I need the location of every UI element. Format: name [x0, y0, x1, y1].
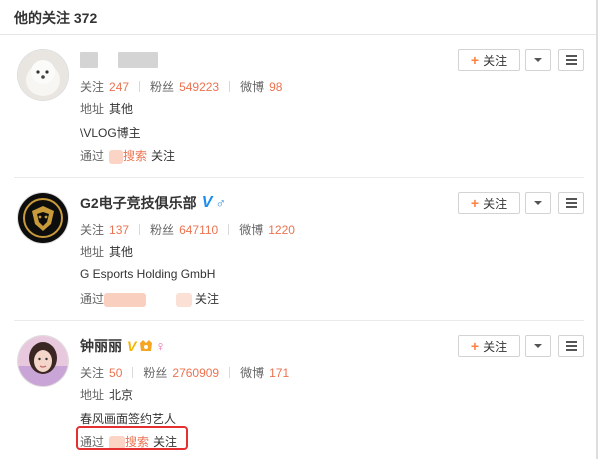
- following-label: 关注: [80, 366, 105, 380]
- verified-badge: V: [127, 338, 137, 354]
- hamburger-icon: [565, 341, 577, 343]
- weibo-count[interactable]: 98: [269, 80, 282, 94]
- follow-button-label: 关注: [483, 196, 508, 211]
- user-stats: 关注 247 粉丝 549223 微博 98: [80, 78, 282, 95]
- user-address: 地址 北京: [80, 386, 133, 403]
- fans-label: 粉丝: [143, 366, 168, 380]
- weibo-label: 微博: [240, 80, 265, 94]
- follow-source: 通过 关注: [80, 290, 219, 307]
- plus-icon: +: [470, 195, 480, 211]
- weibo-label: 微博: [240, 366, 265, 380]
- stat-divider: [229, 367, 231, 378]
- weibo-count[interactable]: 171: [269, 366, 289, 380]
- plus-icon: +: [470, 338, 480, 354]
- plus-icon: +: [470, 52, 480, 68]
- follow-button-label: 关注: [483, 53, 508, 68]
- bio-text: 春风画面签约艺人: [80, 412, 177, 426]
- user-name-row: [80, 50, 158, 70]
- user-stats: 关注 137 粉丝 647110 微博 1220: [80, 221, 295, 238]
- address-value: 其他: [109, 245, 134, 259]
- stat-divider: [229, 81, 231, 92]
- following-header: 他的关注 372: [0, 0, 598, 35]
- address-value: 北京: [109, 388, 134, 402]
- follow-button[interactable]: + 关注: [458, 49, 520, 71]
- page-title: 他的关注 372: [14, 10, 98, 26]
- more-options-dropdown[interactable]: [525, 192, 551, 214]
- chevron-down-icon: [534, 201, 542, 205]
- address-value: 其他: [109, 102, 134, 116]
- address-label: 地址: [80, 388, 105, 402]
- more-options-dropdown[interactable]: [525, 335, 551, 357]
- follow-button[interactable]: + 关注: [458, 335, 520, 357]
- chevron-down-icon: [534, 344, 542, 348]
- hamburger-icon: [565, 198, 577, 200]
- source-blurred: [104, 292, 147, 307]
- chevron-down-icon: [534, 58, 542, 62]
- stat-divider: [139, 224, 141, 235]
- stat-divider: [228, 224, 230, 235]
- following-count[interactable]: 137: [109, 223, 129, 237]
- fans-count[interactable]: 549223: [179, 80, 219, 94]
- bio-text: \VLOG博主: [80, 126, 141, 140]
- source-suffix: 关注: [151, 149, 176, 163]
- user-card: 关注 247 粉丝 549223 微博 98 地址 其他 \VLOG博主 通过 搜索…: [0, 35, 598, 178]
- source-suffix: 关注: [195, 292, 220, 306]
- address-label: 地址: [80, 245, 105, 259]
- user-bio: 春风画面签约艺人: [80, 410, 176, 427]
- more-options-dropdown[interactable]: [525, 49, 551, 71]
- user-address: 地址 其他: [80, 243, 133, 260]
- menu-button[interactable]: [558, 49, 584, 71]
- user-name-blurred[interactable]: [118, 52, 158, 68]
- user-bio: \VLOG博主: [80, 124, 141, 141]
- avatar[interactable]: [18, 336, 68, 386]
- source-via-label: 通过: [80, 149, 105, 163]
- follow-button[interactable]: + 关注: [458, 192, 520, 214]
- follow-button-label: 关注: [483, 339, 508, 354]
- menu-button[interactable]: [558, 335, 584, 357]
- following-count[interactable]: 50: [109, 366, 122, 380]
- user-name[interactable]: G2电子竞技俱乐部: [80, 193, 197, 213]
- source-blurred: [176, 292, 193, 307]
- user-stats: 关注 50 粉丝 2760909 微博 171: [80, 364, 289, 381]
- member-icon: [138, 339, 154, 353]
- fans-count[interactable]: 647110: [179, 223, 218, 237]
- source-via-label: 通过: [80, 292, 105, 306]
- verified-badge: V: [201, 194, 213, 211]
- user-name[interactable]: 钟丽丽: [80, 336, 122, 356]
- male-icon: ♂: [215, 195, 226, 211]
- stat-divider: [132, 367, 134, 378]
- address-label: 地址: [80, 102, 105, 116]
- user-name-row: G2电子竞技俱乐部 V ♂: [80, 193, 226, 213]
- user-name-blurred[interactable]: [80, 52, 98, 68]
- avatar[interactable]: [18, 50, 68, 100]
- fans-count[interactable]: 2760909: [172, 366, 219, 380]
- weibo-count[interactable]: 1220: [268, 223, 295, 237]
- fans-label: 粉丝: [150, 223, 175, 237]
- hamburger-icon: [565, 55, 577, 57]
- following-label: 关注: [80, 223, 105, 237]
- following-count[interactable]: 247: [109, 80, 129, 94]
- user-bio: G Esports Holding GmbH: [80, 267, 215, 281]
- user-name-row: 钟丽丽 V ♀: [80, 336, 166, 356]
- weibo-label: 微博: [239, 223, 264, 237]
- fans-label: 粉丝: [150, 80, 175, 94]
- source-blurred: [109, 149, 124, 164]
- user-card: G2电子竞技俱乐部 V ♂ 关注 137 粉丝 647110 微博 1220 地…: [0, 178, 598, 321]
- stat-divider: [139, 81, 141, 92]
- source-highlight-box: [76, 426, 188, 450]
- source-channel-link[interactable]: 搜索: [123, 149, 147, 163]
- bio-text: G Esports Holding GmbH: [80, 267, 216, 281]
- follow-source: 通过 搜索 关注: [80, 147, 175, 164]
- female-icon: ♀: [155, 338, 166, 354]
- menu-button[interactable]: [558, 192, 584, 214]
- user-address: 地址 其他: [80, 100, 133, 117]
- following-label: 关注: [80, 80, 105, 94]
- avatar[interactable]: [18, 193, 68, 243]
